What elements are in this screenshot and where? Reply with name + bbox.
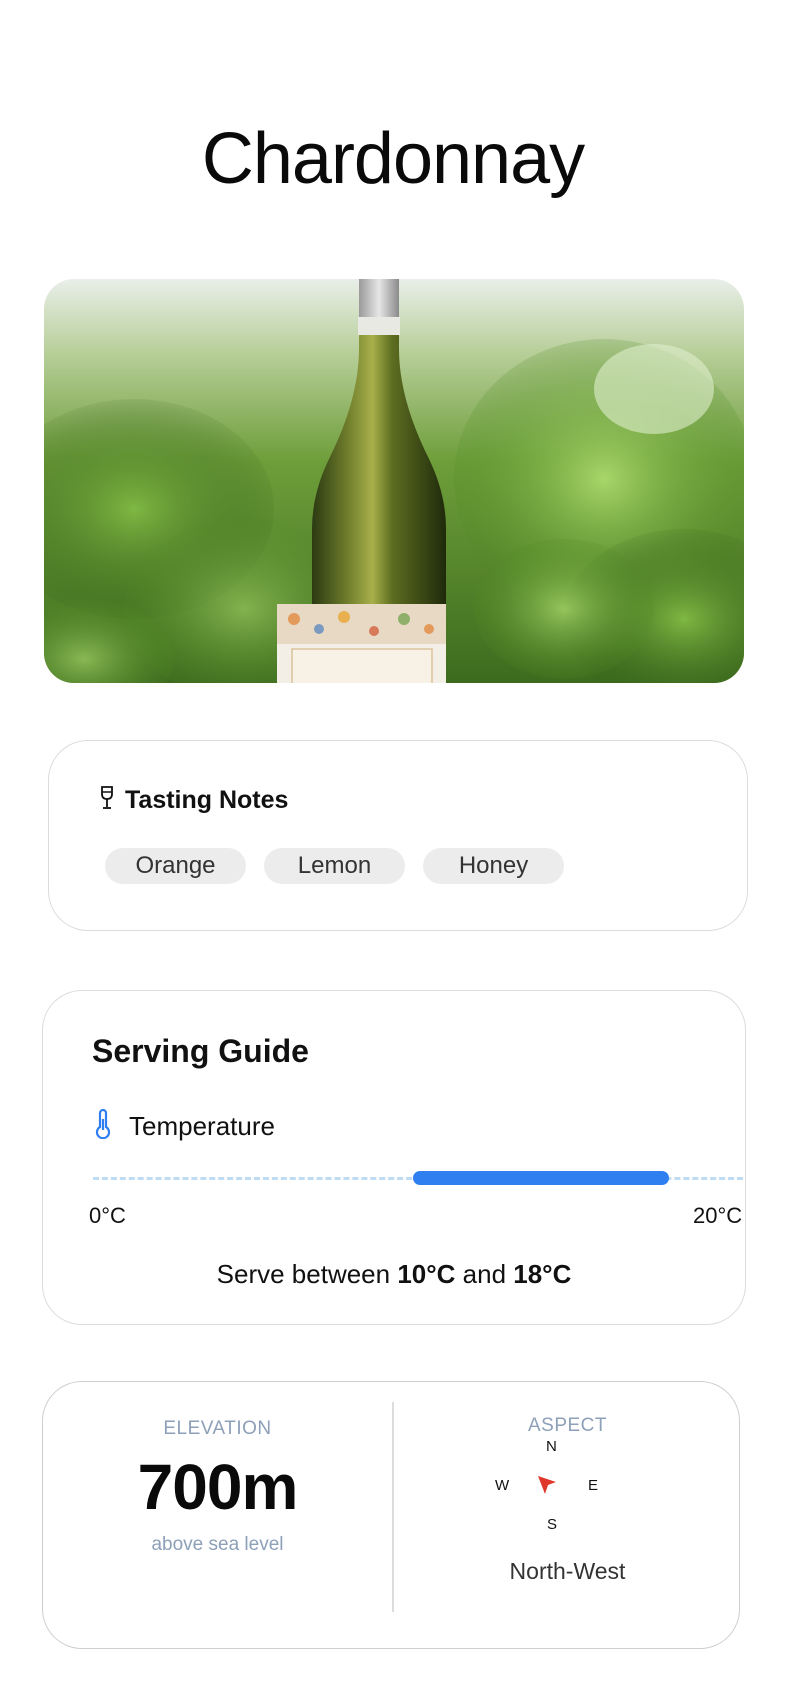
elevation-caption: ELEVATION bbox=[163, 1418, 272, 1439]
compass: N W E S bbox=[492, 1438, 612, 1538]
elevation-block: ELEVATION 700m above sea level bbox=[43, 1382, 392, 1650]
aspect-caption: ASPECT bbox=[527, 1415, 608, 1436]
elevation-subtitle: above sea level bbox=[151, 1534, 284, 1555]
temperature-row: Temperature bbox=[95, 1108, 275, 1144]
scale-min-label: 0°C bbox=[89, 1203, 126, 1228]
serve-range-text: Serve between 10°C and 18°C bbox=[43, 1259, 745, 1290]
wine-glass-icon bbox=[99, 786, 115, 815]
tasting-notes-card: Tasting Notes Orange Lemon Honey bbox=[48, 740, 748, 931]
note-chip-orange: Orange bbox=[105, 848, 246, 884]
vineyard-site-card: ELEVATION 700m above sea level ASPECT N … bbox=[42, 1381, 740, 1649]
note-chip-lemon: Lemon bbox=[264, 848, 405, 884]
compass-east: E bbox=[588, 1477, 599, 1494]
note-chip-honey: Honey bbox=[423, 848, 564, 884]
tasting-notes-list: Orange Lemon Honey bbox=[105, 848, 564, 884]
aspect-value: North-West bbox=[509, 1558, 626, 1584]
tasting-notes-header: Tasting Notes bbox=[99, 786, 288, 815]
compass-south: S bbox=[547, 1516, 558, 1533]
temperature-label: Temperature bbox=[129, 1111, 275, 1141]
serving-guide-card: Serving Guide Temperature 0°C 20°C Serve… bbox=[42, 990, 746, 1325]
tasting-notes-heading: Tasting Notes bbox=[125, 786, 289, 814]
thermometer-icon bbox=[95, 1108, 111, 1144]
compass-west: W bbox=[495, 1477, 510, 1494]
page-title: Chardonnay bbox=[201, 119, 585, 199]
temperature-range-fill bbox=[413, 1171, 670, 1185]
compass-north: N bbox=[546, 1438, 557, 1455]
serve-high-temp: 18°C bbox=[513, 1259, 572, 1289]
serve-low-temp: 10°C bbox=[397, 1259, 456, 1289]
hero-image bbox=[44, 279, 744, 683]
serving-guide-heading: Serving Guide bbox=[92, 1033, 309, 1069]
aspect-block: ASPECT N W E S North-West bbox=[394, 1382, 741, 1650]
serve-text-mid: and bbox=[455, 1259, 514, 1289]
scale-max-label: 20°C bbox=[693, 1203, 743, 1228]
navigation-arrow-icon bbox=[534, 1472, 560, 1498]
wine-detail-page: Chardonnay Tasting Notes Orange Lemon Ho… bbox=[0, 0, 786, 1704]
serve-text-prefix: Serve between bbox=[216, 1259, 398, 1289]
elevation-value: 700m bbox=[137, 1451, 299, 1523]
temperature-range-bar bbox=[93, 1171, 743, 1185]
